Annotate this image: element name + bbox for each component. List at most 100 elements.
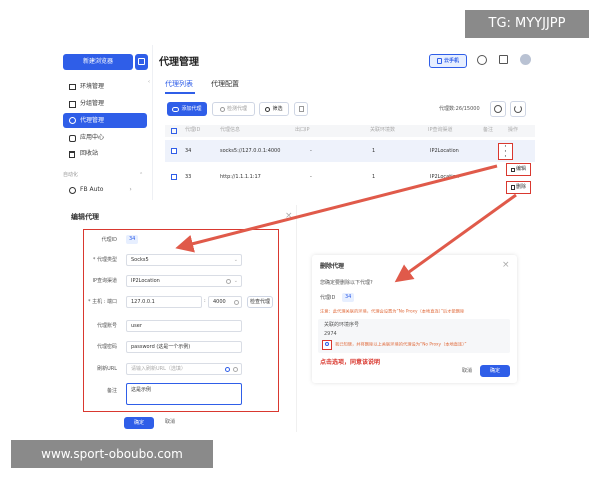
proxy-count: 代理数:26/15000 <box>439 106 480 112</box>
delete-action-label: 删除 <box>515 184 526 190</box>
grid-icon[interactable] <box>499 55 508 64</box>
edit-action-label: 编辑 <box>515 166 526 172</box>
env-info-box: 关联的环境序号 2974 我已知晓，并将删除以上关联环境的代理设为“No Pro… <box>318 319 510 353</box>
watermark-top: TG: MYYJJPP <box>465 10 589 38</box>
field-label-refresh-url: 刷新URL <box>97 366 117 372</box>
new-browser-button[interactable]: 新建浏览器 <box>63 54 133 70</box>
more-actions-button[interactable]: · · · <box>498 142 513 162</box>
robot-icon <box>69 186 76 194</box>
trash-icon <box>69 150 75 158</box>
delete-id-value: 34 <box>342 293 355 302</box>
edit-action[interactable]: 编辑 <box>506 163 531 176</box>
col-header-ip: 出口IP <box>295 127 310 133</box>
refresh-url-placeholder: 请输入刷新URL（选填） <box>131 365 186 372</box>
port-value: 4000 <box>213 298 226 305</box>
delete-cancel-button[interactable]: 取消 <box>462 368 472 375</box>
cloud-icon <box>172 106 180 112</box>
delete-toolbar-button[interactable] <box>294 102 308 116</box>
select-all-checkbox[interactable] <box>171 128 177 134</box>
sidebar-item-trash[interactable]: 回收站 <box>69 148 149 160</box>
delete-modal-title: 删除代理 <box>320 263 345 270</box>
cloud-phone-badge[interactable]: 云手机 <box>429 54 467 68</box>
account-input[interactable]: user <box>126 320 242 332</box>
info-icon <box>233 366 238 372</box>
filter-label: 筛选 <box>272 105 283 112</box>
cell-id: 33 <box>185 174 192 180</box>
settings-button[interactable] <box>490 101 506 117</box>
clock-icon[interactable] <box>477 55 487 65</box>
refresh-url-input[interactable]: 请输入刷新URL（选填） <box>126 363 242 375</box>
env-label: 关联的环境序号 <box>324 322 360 328</box>
folder-icon <box>69 84 76 90</box>
tab-proxy-list[interactable]: 代理列表 <box>165 80 193 89</box>
refresh-icon <box>225 366 230 372</box>
tab-underline <box>165 92 195 94</box>
col-header-info: 代理信息 <box>220 127 241 133</box>
cell-ip: - <box>310 148 312 154</box>
delete-warning: 注意：此代理关联的环境，代理会设置为“No Proxy（本地直连）”后才能删除 <box>320 309 465 315</box>
ip-channel-select[interactable]: IP2Location ⌄ <box>126 275 242 287</box>
table-row[interactable]: 33 http://1.1.1.1:17 - 1 IP2Location <box>165 166 535 188</box>
delete-question: 您确定要删除以下代理? <box>320 280 373 286</box>
acknowledge-checkbox[interactable] <box>322 340 332 350</box>
field-label-remark: 备注 <box>106 388 117 394</box>
port-separator: : <box>204 298 206 304</box>
password-input[interactable]: password (这是一个示例) <box>126 341 242 353</box>
row-checkbox[interactable] <box>171 148 177 154</box>
sidebar-item-label: 应用中心 <box>80 134 105 141</box>
col-header-action: 操作 <box>508 127 519 133</box>
cell-info: http://1.1.1.1:17 <box>220 174 261 180</box>
sidebar-item-label: 回收站 <box>80 150 99 157</box>
sidebar-item-fb-auto[interactable]: FB Auto › <box>69 184 149 196</box>
table-row[interactable]: 34 socks5://127.0.0.1:4000 - 1 IP2Locati… <box>165 140 535 162</box>
proxy-id-value: 34 <box>126 235 139 244</box>
remark-textarea[interactable]: 这是示例 <box>126 383 242 405</box>
chevron-up-icon[interactable]: ⌃ <box>139 172 143 179</box>
port-input[interactable]: 4000 <box>208 296 242 308</box>
check-proxy-button[interactable]: 检查代理 <box>247 296 273 308</box>
more-vertical-icon: · · · <box>504 142 507 162</box>
tab-proxy-config[interactable]: 代理配置 <box>211 80 239 89</box>
trash-icon <box>298 106 304 112</box>
sidebar-item-proxy[interactable]: 代理管理 <box>63 113 147 128</box>
new-browser-menu-button[interactable] <box>135 54 148 70</box>
cell-channel: IP2Location <box>430 174 459 180</box>
cell-channel: IP2Location <box>430 148 459 154</box>
search-icon <box>265 106 271 112</box>
gear-icon <box>494 105 502 113</box>
filter-button[interactable]: 筛选 <box>259 102 289 116</box>
field-label-ip-channel: IP查询渠道 <box>92 278 118 284</box>
delete-confirm-button[interactable]: 确定 <box>480 365 510 377</box>
sidebar-item-env[interactable]: 环境管理 <box>69 81 149 93</box>
delete-action[interactable]: 删除 <box>506 181 531 194</box>
field-label-proxy-type: * 代理类型 <box>92 257 117 263</box>
proxy-type-select[interactable]: Socks5 ⌄ <box>126 254 242 266</box>
cell-id: 34 <box>185 148 192 154</box>
refresh-button[interactable] <box>510 101 526 117</box>
env-value: 2974 <box>324 331 337 337</box>
proxy-type-value: Socks5 <box>131 256 149 263</box>
col-header-remark: 备注 <box>483 127 494 133</box>
sidebar: 新建浏览器 环境管理 分组管理 代理管理 应用中心 回收站 自动化 ⌃ FB A… <box>57 45 153 200</box>
sidebar-item-apps[interactable]: 应用中心 <box>69 132 149 144</box>
check-proxy-button[interactable]: 检测代理 <box>212 102 255 116</box>
edit-confirm-button[interactable]: 确定 <box>124 417 154 429</box>
sidebar-item-group[interactable]: 分组管理 <box>69 98 149 110</box>
check-icon <box>325 342 329 346</box>
close-icon[interactable]: × <box>285 211 293 221</box>
group-icon <box>69 100 76 108</box>
edit-cancel-button[interactable]: 取消 <box>165 419 175 426</box>
add-proxy-button[interactable]: 添加代理 <box>167 102 207 116</box>
table-header: 代理ID 代理信息 出口IP 关联环境数 IP查询渠道 备注 操作 <box>165 125 535 137</box>
collapse-sidebar-icon[interactable]: ‹ <box>148 79 150 86</box>
search-icon <box>219 106 225 112</box>
host-input[interactable]: 127.0.0.1 <box>126 296 202 308</box>
delete-proxy-modal: 删除代理 × 您确定要删除以下代理? 代理ID 34 注意：此代理关联的环境，代… <box>312 255 517 383</box>
avatar[interactable] <box>520 54 531 65</box>
sidebar-section-label: 自动化 <box>63 172 79 178</box>
close-icon[interactable]: × <box>502 260 510 270</box>
acknowledge-text: 我已知晓，并将删除以上关联环境的代理设为“No Proxy（本地直连）” <box>335 342 467 348</box>
row-checkbox[interactable] <box>171 174 177 180</box>
chevron-down-icon: ⌄ <box>233 277 238 284</box>
info-icon <box>234 299 239 305</box>
